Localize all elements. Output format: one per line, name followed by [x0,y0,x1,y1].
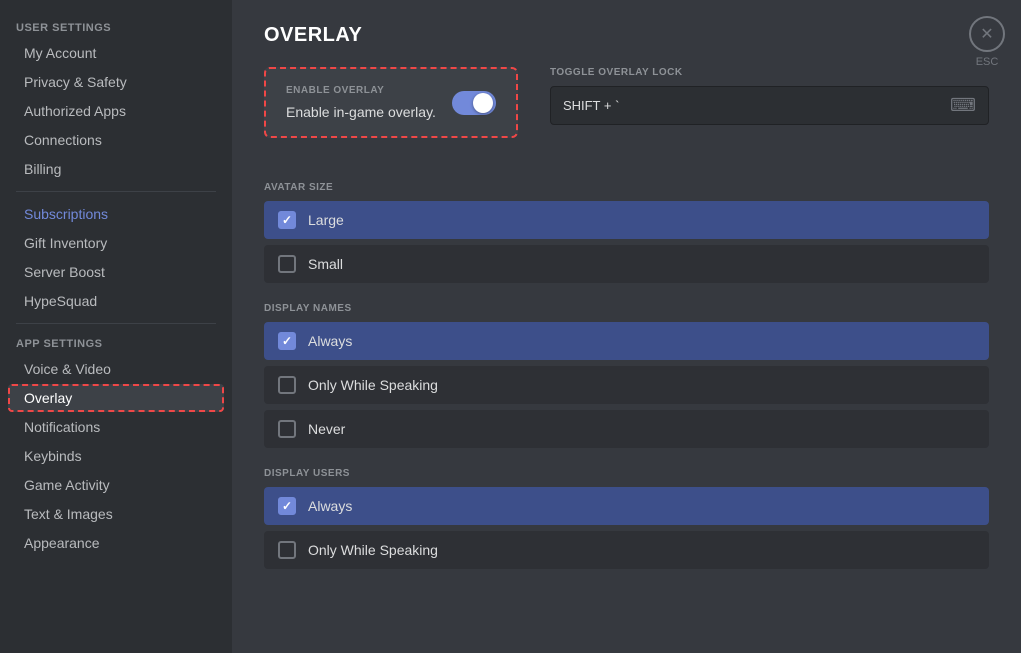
sidebar-item-notifications[interactable]: Notifications [8,413,224,441]
avatar-size-section: AVATAR SIZE Large Small [264,182,989,283]
enable-overlay-card: ENABLE OVERLAY Enable in-game overlay. [264,67,518,138]
app-settings-section-label: APP SETTINGS [0,332,232,354]
sidebar-item-overlay[interactable]: Overlay [8,384,224,412]
display-names-never-label: Never [308,421,345,437]
avatar-small-label: Small [308,256,343,272]
avatar-large-checkbox [278,211,296,229]
display-names-speaking-checkbox [278,376,296,394]
display-users-always-checkbox [278,497,296,515]
display-users-always-option[interactable]: Always [264,487,989,525]
sidebar-divider-1 [16,191,216,192]
header-row: ENABLE OVERLAY Enable in-game overlay. T… [264,67,989,162]
enable-overlay-text: Enable in-game overlay. [286,104,436,120]
display-names-section: DISPLAY NAMES Always Only While Speaking… [264,303,989,448]
sidebar-divider-2 [16,323,216,324]
toggle-lock-section: TOGGLE OVERLAY LOCK SHIFT + ` ⌨ [550,67,989,125]
display-names-always-option[interactable]: Always [264,322,989,360]
keybind-value: SHIFT + ` [563,98,619,113]
close-button[interactable]: ✕ [969,16,1005,52]
display-users-speaking-checkbox [278,541,296,559]
display-names-speaking-option[interactable]: Only While Speaking [264,366,989,404]
sidebar-item-subscriptions[interactable]: Subscriptions [8,200,224,228]
sidebar-item-appearance[interactable]: Appearance [8,529,224,557]
enable-overlay-section: ENABLE OVERLAY Enable in-game overlay. [264,67,518,162]
display-users-speaking-label: Only While Speaking [308,542,438,558]
overlay-card-inner: ENABLE OVERLAY Enable in-game overlay. [286,85,436,120]
toggle-thumb [473,93,493,113]
display-names-never-option[interactable]: Never [264,410,989,448]
sidebar-item-hypesquad[interactable]: HypeSquad [8,287,224,315]
sidebar: USER SETTINGS My Account Privacy & Safet… [0,0,232,653]
display-names-always-label: Always [308,333,352,349]
display-users-speaking-option[interactable]: Only While Speaking [264,531,989,569]
sidebar-item-server-boost[interactable]: Server Boost [8,258,224,286]
sidebar-item-connections[interactable]: Connections [8,126,224,154]
avatar-size-large-option[interactable]: Large [264,201,989,239]
sidebar-item-billing[interactable]: Billing [8,155,224,183]
toggle-track [452,91,496,115]
sidebar-item-my-account[interactable]: My Account [8,39,224,67]
avatar-small-checkbox [278,255,296,273]
toggle-lock-label: TOGGLE OVERLAY LOCK [550,67,989,78]
display-names-speaking-label: Only While Speaking [308,377,438,393]
avatar-size-label: AVATAR SIZE [264,182,989,193]
display-names-label: DISPLAY NAMES [264,303,989,314]
page-title: OVERLAY [264,24,989,47]
display-names-never-checkbox [278,420,296,438]
display-users-label: DISPLAY USERS [264,468,989,479]
display-users-always-label: Always [308,498,352,514]
sidebar-item-text-images[interactable]: Text & Images [8,500,224,528]
sidebar-item-privacy-safety[interactable]: Privacy & Safety [8,68,224,96]
sidebar-item-voice-video[interactable]: Voice & Video [8,355,224,383]
sidebar-item-game-activity[interactable]: Game Activity [8,471,224,499]
user-settings-section-label: USER SETTINGS [0,16,232,38]
sidebar-item-keybinds[interactable]: Keybinds [8,442,224,470]
enable-overlay-toggle[interactable] [452,91,496,115]
esc-label: ESC [969,56,1005,68]
main-content: OVERLAY ENABLE OVERLAY Enable in-game ov… [232,0,1021,653]
avatar-size-small-option[interactable]: Small [264,245,989,283]
enable-overlay-label: ENABLE OVERLAY [286,85,436,96]
avatar-large-label: Large [308,212,344,228]
display-names-always-checkbox [278,332,296,350]
display-users-section: DISPLAY USERS Always Only While Speaking [264,468,989,569]
keybind-display[interactable]: SHIFT + ` ⌨ [550,86,989,125]
keyboard-icon: ⌨ [950,95,976,116]
sidebar-item-authorized-apps[interactable]: Authorized Apps [8,97,224,125]
sidebar-item-gift-inventory[interactable]: Gift Inventory [8,229,224,257]
